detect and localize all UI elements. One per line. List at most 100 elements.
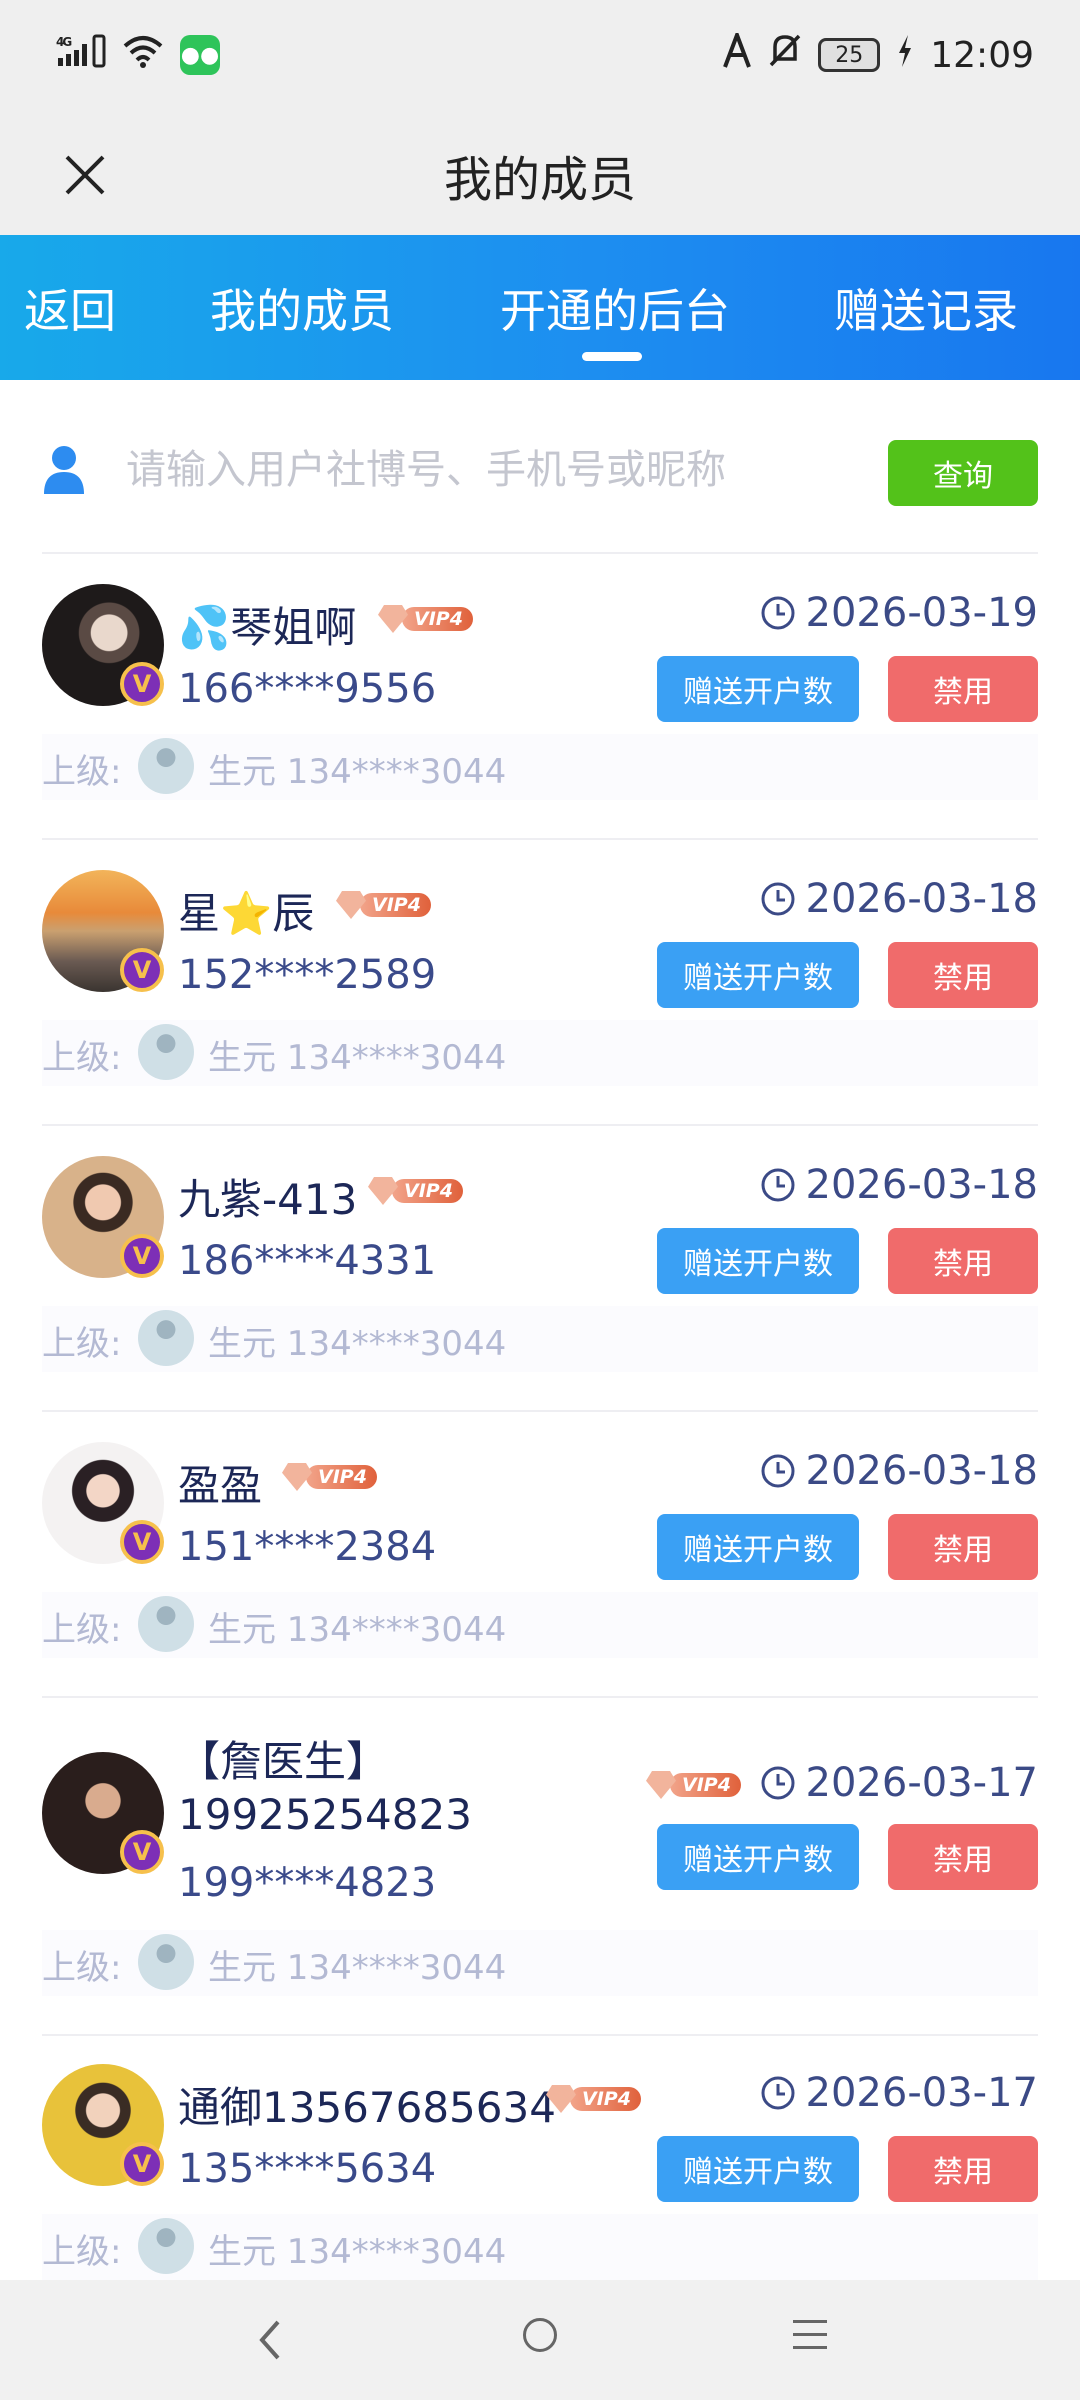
verified-v-icon: V [120, 1830, 164, 1874]
divider [42, 2034, 1038, 2036]
superior-row: 上级: 生元 134****3044 [42, 1306, 1038, 1372]
superior-label: 上级: [42, 2232, 122, 2272]
superior-row: 上级: 生元 134****3044 [42, 1020, 1038, 1086]
gift-accounts-button[interactable]: 赠送开户数 [657, 656, 859, 722]
ban-button[interactable]: 禁用 [888, 1824, 1038, 1890]
tab-back[interactable]: 返回 [24, 275, 116, 341]
system-navigation-bar [0, 2280, 1080, 2400]
member-name: 【詹医生】 [178, 1737, 389, 1786]
superior-info: 生元 134****3044 [208, 2232, 507, 2272]
clock-icon [761, 1454, 795, 1488]
member-name: 通御13567685634 [178, 2083, 556, 2132]
ban-button[interactable]: 禁用 [888, 942, 1038, 1008]
date-text: 2026-03-17 [805, 1760, 1038, 1806]
tab-gift-records[interactable]: 赠送记录 [834, 275, 1018, 341]
clock-icon [761, 2076, 795, 2110]
nav-back-icon[interactable] [250, 2310, 290, 2370]
battery-indicator: 25 [818, 38, 881, 72]
gift-accounts-button[interactable]: 赠送开户数 [657, 1824, 859, 1890]
gift-accounts-button[interactable]: 赠送开户数 [657, 1228, 859, 1294]
avatar[interactable]: V [42, 2064, 166, 2188]
query-button[interactable]: 查询 [888, 440, 1038, 506]
tab-bar: 返回 我的成员 开通的后台 赠送记录 [0, 235, 1080, 380]
member-date: 2026-03-19 [760, 590, 1038, 636]
gem-icon [546, 2085, 576, 2113]
member-phone: 166****9556 [178, 666, 437, 712]
vip-label: VIP4 [306, 1465, 377, 1489]
ban-button[interactable]: 禁用 [888, 1514, 1038, 1580]
ban-button[interactable]: 禁用 [888, 2136, 1038, 2202]
tab-members[interactable]: 我的成员 [210, 275, 394, 341]
status-right: 25 12:09 [722, 28, 1034, 78]
divider [42, 1696, 1038, 1698]
bell-muted-icon [768, 33, 802, 78]
active-tab-indicator [582, 352, 642, 361]
gem-icon [646, 1771, 676, 1799]
superior-info: 生元 134****3044 [208, 1324, 507, 1364]
superior-label: 上级: [42, 1948, 122, 1988]
superior-avatar [138, 1024, 194, 1080]
superior-info: 生元 134****3044 [208, 1038, 507, 1078]
page-title: 我的成员 [443, 152, 636, 208]
user-icon [44, 446, 84, 494]
gem-icon [336, 891, 366, 919]
superior-avatar [138, 738, 194, 794]
member-date: 2026-03-18 [760, 1162, 1038, 1208]
vip-label: VIP4 [670, 1773, 741, 1797]
status-bar: 4G ●● 25 12:09 [0, 0, 1080, 110]
avatar[interactable]: V [42, 584, 166, 708]
avatar[interactable]: V [42, 1156, 166, 1280]
superior-label: 上级: [42, 1324, 122, 1364]
member-name: 九紫-413 [178, 1175, 358, 1224]
member-name: 星⭐辰 [178, 889, 315, 938]
vip-badge: VIP4 [546, 2084, 641, 2114]
font-a-icon [722, 28, 752, 78]
member-date: 2026-03-18 [760, 1448, 1038, 1494]
superior-info: 生元 134****3044 [208, 752, 507, 792]
gem-icon [378, 605, 408, 633]
verified-v-icon: V [120, 948, 164, 992]
avatar[interactable]: V [42, 870, 166, 994]
member-name: 💦琴姐啊 [178, 603, 357, 652]
superior-row: 上级: 生元 134****3044 [42, 734, 1038, 800]
divider [42, 1124, 1038, 1126]
vip-badge: VIP4 [282, 1462, 377, 1492]
member-date: 2026-03-17 [760, 1760, 1038, 1806]
superior-row: 上级: 生元 134****3044 [42, 2214, 1038, 2280]
charging-icon [896, 33, 914, 78]
ban-button[interactable]: 禁用 [888, 1228, 1038, 1294]
vip-label: VIP4 [392, 1179, 463, 1203]
wechat-notification-icon: ●● [180, 35, 220, 75]
superior-label: 上级: [42, 752, 122, 792]
gift-accounts-button[interactable]: 赠送开户数 [657, 2136, 859, 2202]
member-name-line2: 19925254823 [178, 1790, 472, 1839]
wifi-icon [122, 34, 164, 77]
clock-time: 12:09 [930, 34, 1034, 76]
member-phone: 151****2384 [178, 1524, 437, 1570]
superior-label: 上级: [42, 1610, 122, 1650]
member-phone: 186****4331 [178, 1238, 437, 1284]
tab-opened-backend[interactable]: 开通的后台 [500, 275, 730, 341]
vip-label: VIP4 [402, 607, 473, 631]
date-text: 2026-03-19 [805, 590, 1038, 636]
divider [42, 838, 1038, 840]
nav-recents-icon[interactable] [793, 2320, 827, 2350]
gift-accounts-button[interactable]: 赠送开户数 [657, 1514, 859, 1580]
gift-accounts-button[interactable]: 赠送开户数 [657, 942, 859, 1008]
date-text: 2026-03-18 [805, 1162, 1038, 1208]
superior-row: 上级: 生元 134****3044 [42, 1930, 1038, 1996]
superior-info: 生元 134****3044 [208, 1610, 507, 1650]
vip-label: VIP4 [360, 893, 431, 917]
avatar[interactable]: V [42, 1752, 166, 1876]
search-input[interactable] [126, 440, 806, 500]
title-bar: 我的成员 [0, 110, 1080, 235]
superior-avatar [138, 2218, 194, 2274]
vip-badge: VIP4 [336, 890, 431, 920]
date-text: 2026-03-18 [805, 876, 1038, 922]
status-left: 4G ●● [56, 34, 220, 77]
divider [42, 552, 1038, 554]
clock-icon [761, 882, 795, 916]
ban-button[interactable]: 禁用 [888, 656, 1038, 722]
avatar[interactable]: V [42, 1442, 166, 1566]
nav-home-icon[interactable] [523, 2318, 557, 2352]
